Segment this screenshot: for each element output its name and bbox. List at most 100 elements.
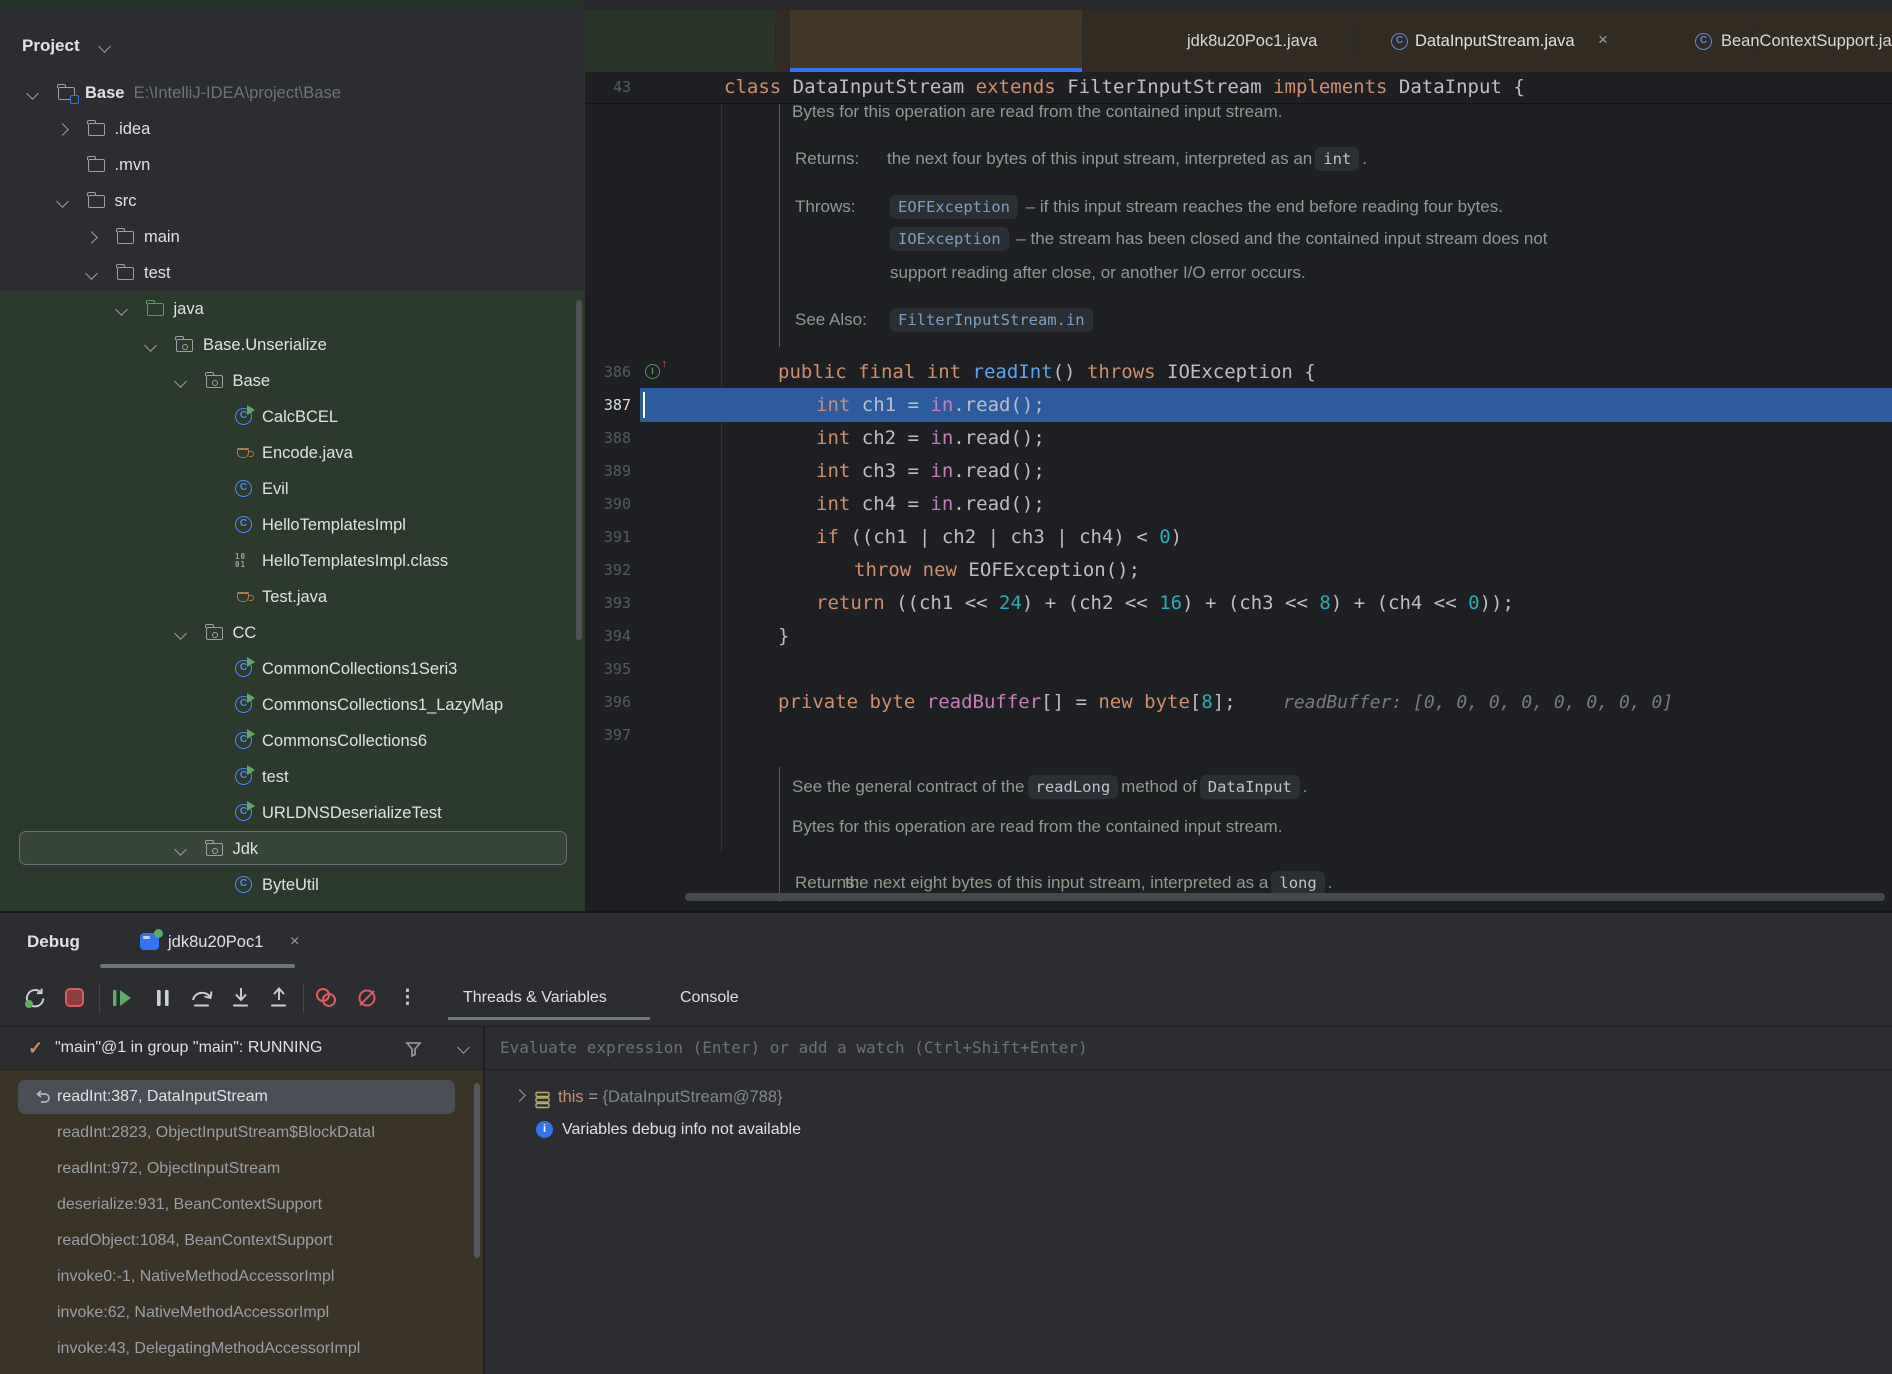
- editor-tab-bar: jdk8u20Poc1.javaCDataInputStream.java×CB…: [585, 10, 1892, 72]
- editor-tab-beancontextsupport-java[interactable]: BeanContextSupport.java: [1721, 10, 1892, 72]
- frames-scrollbar[interactable]: [474, 1083, 480, 1258]
- tree-item-commonscollections6[interactable]: CCommonsCollections6: [0, 723, 585, 759]
- tree-item-label: src: [115, 183, 137, 219]
- project-panel: Project Base E:\IntelliJ-IDEA\project\Ba…: [0, 10, 587, 911]
- line-number[interactable]: 387: [585, 389, 631, 422]
- close-icon[interactable]: ×: [290, 928, 299, 956]
- evaluate-expression-input[interactable]: Evaluate expression (Enter) or add a wat…: [500, 1027, 1892, 1069]
- code-token: [] =: [1041, 691, 1098, 713]
- line-number[interactable]: 389: [585, 455, 631, 488]
- close-icon[interactable]: ×: [1598, 10, 1608, 72]
- stack-frame-row[interactable]: readInt:2823, ObjectInputStream$BlockDat…: [0, 1115, 483, 1151]
- code-token: final: [858, 361, 915, 383]
- tree-item-base-unserialize[interactable]: Base.Unserialize: [0, 327, 585, 363]
- tree-item-idea[interactable]: .idea: [0, 111, 585, 147]
- line-number[interactable]: 393: [585, 587, 631, 620]
- stack-frame-row[interactable]: invoke:43, DelegatingMethodAccessorImpl: [0, 1331, 483, 1367]
- tree-item-encode-java[interactable]: Encode.java: [0, 435, 585, 471]
- step-out-button[interactable]: [266, 985, 292, 1011]
- chevron-down-icon[interactable]: [457, 1041, 470, 1054]
- folder-icon: [88, 195, 105, 208]
- chevron-right-icon[interactable]: [513, 1089, 526, 1102]
- tree-item-base[interactable]: Base E:\IntelliJ-IDEA\project\Base: [0, 75, 585, 111]
- chevron-right-icon[interactable]: [56, 123, 69, 136]
- line-number[interactable]: 394: [585, 620, 631, 653]
- tree-item-test-java[interactable]: Test.java: [0, 579, 585, 615]
- mute-breakpoints-button[interactable]: [354, 985, 380, 1011]
- implements-method-gutter-icon[interactable]: I: [645, 364, 660, 379]
- project-tree-scrollbar[interactable]: [576, 300, 582, 640]
- rerun-debug-button[interactable]: [22, 985, 48, 1011]
- pause-button[interactable]: [150, 985, 176, 1011]
- tab-threads-and-variables[interactable]: Threads & Variables: [463, 983, 607, 1013]
- editor-horizontal-scrollbar[interactable]: [685, 893, 1885, 901]
- line-number[interactable]: 391: [585, 521, 631, 554]
- line-number[interactable]: 396: [585, 686, 631, 719]
- debug-session-tab[interactable]: jdk8u20Poc1: [168, 928, 263, 956]
- thread-status-row[interactable]: ✓ "main"@1 in group "main": RUNNING: [0, 1027, 483, 1069]
- tree-item-jdk[interactable]: Jdk: [0, 831, 585, 867]
- editor-tab-datainputstream-java[interactable]: DataInputStream.java: [1415, 10, 1575, 72]
- stack-frame-row[interactable]: invoke0:-1, NativeMethodAccessorImpl: [0, 1259, 483, 1295]
- doc-code-chip: readLong: [1028, 775, 1119, 799]
- stop-button[interactable]: [62, 985, 88, 1011]
- tree-item-calcbcel[interactable]: CCalcBCEL: [0, 399, 585, 435]
- chevron-down-icon[interactable]: [174, 843, 187, 856]
- tree-item-commoncollections1seri3[interactable]: CCommonCollections1Seri3: [0, 651, 585, 687]
- tab-console[interactable]: Console: [680, 983, 739, 1013]
- chevron-down-icon[interactable]: [26, 87, 39, 100]
- editor-tab-jdk8u20poc1-java[interactable]: jdk8u20Poc1.java: [1187, 10, 1317, 72]
- stack-frame-row[interactable]: deserialize:931, BeanContextSupport: [0, 1187, 483, 1223]
- doc-code-chip[interactable]: IOException: [890, 227, 1009, 251]
- chevron-down-icon[interactable]: [174, 627, 187, 640]
- tree-item-byteutil[interactable]: CByteUtil: [0, 867, 585, 903]
- view-breakpoints-button[interactable]: [313, 985, 339, 1011]
- line-number[interactable]: 395: [585, 653, 631, 686]
- tree-item-test[interactable]: Ctest: [0, 759, 585, 795]
- tree-item-urldnsdeserializetest[interactable]: CURLDNSDeserializeTest: [0, 795, 585, 831]
- tree-item-src[interactable]: src: [0, 183, 585, 219]
- stack-frame-row[interactable]: readInt:972, ObjectInputStream: [0, 1151, 483, 1187]
- code-token: DataInputStream: [781, 76, 975, 98]
- tree-item-mvn[interactable]: .mvn: [0, 147, 585, 183]
- chevron-down-icon[interactable]: [56, 195, 69, 208]
- editor[interactable]: Bytes for this operation are read from t…: [585, 72, 1892, 911]
- doc-code-chip[interactable]: FilterInputStream.in: [890, 308, 1093, 332]
- debug-session-tab-underline: [100, 964, 295, 968]
- tree-item-java[interactable]: java: [0, 291, 585, 327]
- tree-item-hellotemplatesimpl[interactable]: CHelloTemplatesImpl: [0, 507, 585, 543]
- line-number[interactable]: 388: [585, 422, 631, 455]
- code-token: }: [778, 625, 789, 647]
- chevron-down-icon[interactable]: [115, 303, 128, 316]
- more-options-icon[interactable]: ⋮: [398, 985, 414, 1011]
- tree-item-hellotemplatesimpl-class[interactable]: 1001HelloTemplatesImpl.class: [0, 543, 585, 579]
- doc-code-chip[interactable]: EOFException: [890, 195, 1018, 219]
- step-into-button[interactable]: [228, 985, 254, 1011]
- chevron-down-icon[interactable]: [98, 40, 111, 53]
- tree-item-commonscollections1-lazymap[interactable]: CCommonsCollections1_LazyMap: [0, 687, 585, 723]
- project-tool-window-title[interactable]: Project: [22, 32, 80, 60]
- step-over-button[interactable]: [189, 985, 215, 1011]
- tree-item-base[interactable]: Base: [0, 363, 585, 399]
- line-number[interactable]: 386: [585, 356, 631, 389]
- variable-this-row[interactable]: this = {DataInputStream@788}: [558, 1079, 783, 1115]
- sticky-class-header[interactable]: 43 class DataInputStream extends FilterI…: [585, 72, 1892, 104]
- chevron-down-icon[interactable]: [144, 339, 157, 352]
- stack-frame-row[interactable]: invoke:62, NativeMethodAccessorImpl: [0, 1295, 483, 1331]
- line-number[interactable]: 392: [585, 554, 631, 587]
- tree-item-label: .idea: [115, 111, 151, 147]
- line-number[interactable]: 390: [585, 488, 631, 521]
- resume-button[interactable]: [109, 985, 135, 1011]
- tree-item-evil[interactable]: CEvil: [0, 471, 585, 507]
- stack-frame-row[interactable]: readInt:387, DataInputStream: [0, 1079, 483, 1115]
- package-icon: [206, 843, 223, 856]
- stack-frame-row[interactable]: readObject:1084, BeanContextSupport: [0, 1223, 483, 1259]
- chevron-down-icon[interactable]: [174, 375, 187, 388]
- tree-item-cc[interactable]: CC: [0, 615, 585, 651]
- line-number[interactable]: 397: [585, 719, 631, 752]
- filter-icon[interactable]: [404, 1039, 424, 1059]
- tree-item-main[interactable]: main: [0, 219, 585, 255]
- chevron-down-icon[interactable]: [85, 267, 98, 280]
- tree-item-test[interactable]: test: [0, 255, 585, 291]
- chevron-right-icon[interactable]: [85, 231, 98, 244]
